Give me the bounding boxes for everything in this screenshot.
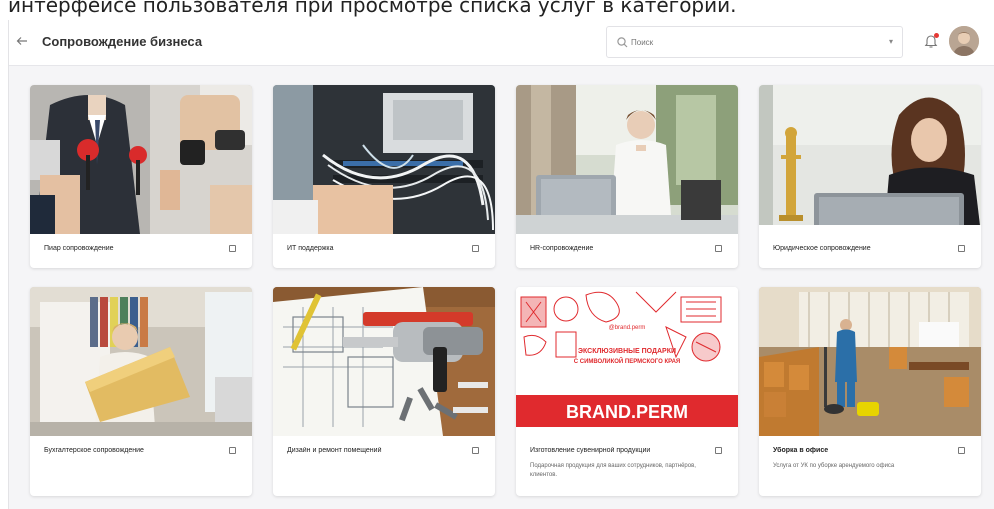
- bookmark-icon[interactable]: [229, 447, 236, 454]
- chevron-down-icon[interactable]: ▾: [889, 37, 893, 46]
- app-frame: Сопровождение бизнеса ▾: [8, 20, 994, 509]
- service-card[interactable]: Пиар сопровождение: [30, 85, 252, 268]
- bookmark-icon[interactable]: [229, 245, 236, 252]
- card-image: [516, 85, 738, 234]
- back-button[interactable]: [13, 33, 31, 51]
- card-title: Пиар сопровождение: [44, 245, 114, 252]
- topbar: Сопровождение бизнеса ▾: [9, 20, 994, 66]
- search-icon: [617, 37, 628, 48]
- card-image: [759, 85, 981, 234]
- search-input[interactable]: [631, 34, 871, 50]
- service-card[interactable]: Юридическое сопровождение: [759, 85, 981, 268]
- card-description: Подарочная продукция для ваших сотрудник…: [530, 463, 696, 478]
- service-card[interactable]: Бухгалтерское сопровождение: [30, 287, 252, 496]
- arrow-left-icon: [16, 37, 27, 45]
- card-image: [30, 287, 252, 436]
- search-box[interactable]: ▾: [606, 26, 903, 58]
- service-card[interactable]: HR-сопровождение: [516, 85, 738, 268]
- brand-line-2: С СИМВОЛИКОЙ ПЕРМСКОГО КРАЯ: [574, 357, 681, 365]
- brand-name: BRAND.PERM: [566, 402, 688, 422]
- avatar[interactable]: [949, 26, 979, 56]
- card-title: Уборка в офисе: [773, 447, 829, 454]
- page-title: Сопровождение бизнеса: [42, 34, 203, 49]
- service-card[interactable]: Уборка в офисе Услуга от УК по уборке ар…: [759, 287, 981, 496]
- card-title: Бухгалтерское сопровождение: [44, 447, 144, 454]
- bookmark-icon[interactable]: [958, 245, 965, 252]
- card-image: [30, 85, 252, 234]
- service-card[interactable]: @brand.perm ЭКСКЛЮЗИВНЫЕ ПОДАРКИ С СИМВО…: [516, 287, 738, 496]
- caption-text: интерфейсе пользователя при просмотре сп…: [8, 0, 737, 17]
- notifications-button[interactable]: [922, 32, 940, 50]
- card-image: [273, 287, 495, 436]
- service-card[interactable]: ИТ поддержка: [273, 85, 495, 268]
- brand-line-1: ЭКСКЛЮЗИВНЫЕ ПОДАРКИ: [578, 348, 676, 355]
- card-title: Юридическое сопровождение: [773, 245, 871, 252]
- card-image: [759, 287, 981, 436]
- card-description: Услуга от УК по уборке арендуемого офиса: [773, 463, 895, 469]
- brand-handle: @brand.perm: [609, 325, 646, 331]
- card-title: Изготовление сувенирной продукции: [530, 447, 651, 454]
- service-card[interactable]: Дизайн и ремонт помещений: [273, 287, 495, 496]
- bookmark-icon[interactable]: [715, 447, 722, 454]
- notification-dot: [934, 33, 939, 38]
- bookmark-icon[interactable]: [472, 447, 479, 454]
- card-title: Дизайн и ремонт помещений: [287, 447, 382, 454]
- bookmark-icon[interactable]: [472, 245, 479, 252]
- caption-strip: интерфейсе пользователя при просмотре сп…: [0, 0, 994, 20]
- bookmark-icon[interactable]: [715, 245, 722, 252]
- card-image: @brand.perm ЭКСКЛЮЗИВНЫЕ ПОДАРКИ С СИМВО…: [516, 287, 738, 436]
- bookmark-icon[interactable]: [958, 447, 965, 454]
- card-image: [273, 85, 495, 234]
- card-title: HR-сопровождение: [530, 245, 594, 252]
- card-title: ИТ поддержка: [287, 245, 334, 252]
